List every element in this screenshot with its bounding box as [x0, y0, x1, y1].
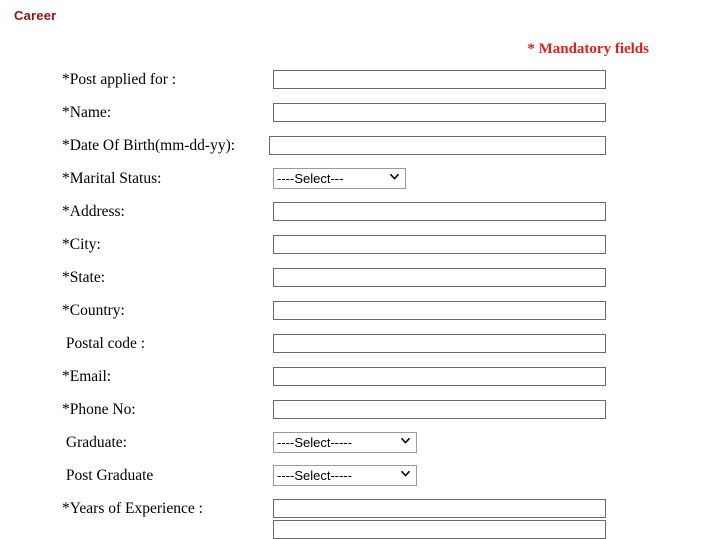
form-row: *Country:: [0, 297, 723, 330]
field-input[interactable]: [273, 334, 606, 353]
mandatory-fields-note: * Mandatory fields: [527, 41, 649, 57]
form-row: *City:: [0, 231, 723, 264]
field-label: *Email:: [62, 368, 112, 385]
field-label: *Marital Status:: [62, 170, 162, 187]
form-row: *Marital Status: ----Select---: [0, 165, 723, 198]
field-label: *City:: [62, 236, 101, 253]
field-input[interactable]: [273, 70, 606, 89]
field-label: *Name:: [62, 104, 112, 121]
field-input[interactable]: [273, 268, 606, 287]
field-label: Post Graduate: [62, 467, 154, 484]
field-label: Postal code :: [62, 335, 146, 352]
form-row: *Date Of Birth(mm-dd-yy):: [0, 132, 723, 165]
field-select[interactable]: ----Select---: [273, 168, 406, 189]
next-field-input-partial[interactable]: [273, 520, 606, 539]
field-input[interactable]: [273, 367, 606, 386]
field-input[interactable]: [273, 400, 606, 419]
field-label: *Phone No:: [62, 401, 136, 418]
field-input[interactable]: [273, 202, 606, 221]
field-label: *State:: [62, 269, 106, 286]
field-label: *Years of Experience :: [62, 500, 203, 517]
form-row: *Name:: [0, 99, 723, 132]
form-row: *Email:: [0, 363, 723, 396]
field-select[interactable]: ----Select-----: [273, 465, 417, 486]
form-row: Postal code :: [0, 330, 723, 363]
field-select[interactable]: ----Select-----: [273, 432, 417, 453]
field-label: *Country:: [62, 302, 125, 319]
field-label: *Post applied for :: [62, 71, 177, 88]
field-label: *Date Of Birth(mm-dd-yy):: [62, 137, 236, 154]
field-input[interactable]: [273, 499, 606, 518]
form-row: Post Graduate ----Select-----: [0, 462, 723, 495]
form-row: *Phone No:: [0, 396, 723, 429]
page-title: Career: [14, 8, 57, 23]
form-row: Graduate: ----Select-----: [0, 429, 723, 462]
field-label: Graduate:: [62, 434, 127, 451]
field-input[interactable]: [273, 301, 606, 320]
field-input[interactable]: [273, 103, 606, 122]
field-input[interactable]: [273, 235, 606, 254]
form-row: *Post applied for :: [0, 66, 723, 99]
form-row: *State:: [0, 264, 723, 297]
field-input[interactable]: [269, 136, 606, 155]
form-row: *Address:: [0, 198, 723, 231]
career-application-form: *Post applied for : *Name: *Date Of Birth(…: [0, 66, 723, 528]
field-label: *Address:: [62, 203, 125, 220]
